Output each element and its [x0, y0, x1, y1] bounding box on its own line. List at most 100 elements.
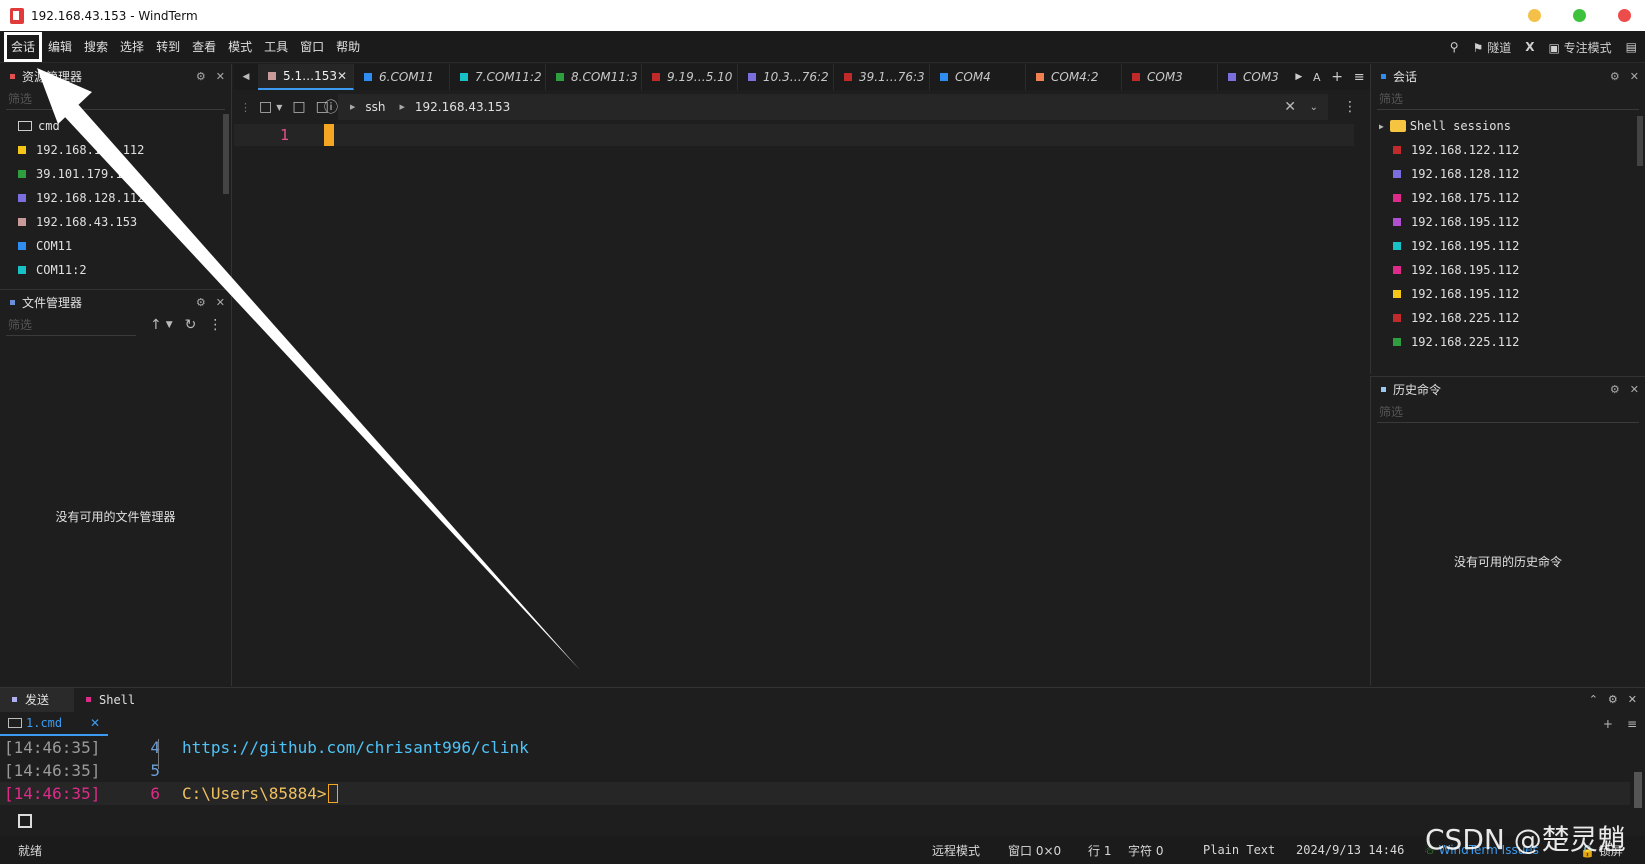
session-item[interactable]: 192.168.195.112 — [1371, 282, 1645, 306]
gear-icon[interactable]: ⚙ — [1610, 70, 1620, 83]
status-remote-mode[interactable]: 远程模式 — [932, 842, 980, 859]
gear-icon[interactable]: ⚙ — [196, 296, 206, 309]
close-icon[interactable]: ✕ — [337, 69, 347, 83]
list-item[interactable]: COM11 — [0, 234, 231, 258]
add-icon[interactable]: + — [1603, 717, 1613, 731]
close-button[interactable] — [1618, 9, 1631, 22]
drag-handle-icon[interactable]: ⋮ — [240, 101, 251, 114]
font-button[interactable]: A — [1313, 71, 1321, 84]
gear-icon[interactable]: ⚙ — [1610, 383, 1620, 396]
maximize-button[interactable] — [1573, 9, 1586, 22]
address-input[interactable]: ⓘ ▶ ssh ▶ 192.168.43.153 ✕ ⌄ — [324, 94, 1328, 120]
tab-0[interactable]: 5.1…153 ✕ — [258, 64, 354, 90]
tab-5[interactable]: 10.3…76:2 — [738, 64, 834, 90]
tab-1[interactable]: 6.COM11 — [354, 64, 450, 90]
session-item[interactable]: 192.168.122.112 — [1371, 138, 1645, 162]
menu-search[interactable]: 搜索 — [78, 31, 114, 63]
menu-select[interactable]: 选择 — [114, 31, 150, 63]
close-icon[interactable]: ✕ — [90, 716, 100, 730]
menu-tools[interactable]: 工具 — [258, 31, 294, 63]
menu-edit[interactable]: 编辑 — [42, 31, 78, 63]
list-item[interactable]: 39.101.179.1 — [0, 162, 231, 186]
scrollbar[interactable] — [223, 114, 229, 194]
tab-4[interactable]: 9.19…5.10 — [642, 64, 738, 90]
tab-send[interactable]: 发送 — [0, 687, 74, 712]
tab-9[interactable]: COM3 — [1122, 64, 1218, 90]
collapse-icon[interactable]: ⌃ — [1589, 693, 1598, 706]
tab-1-cmd-label: 1.cmd — [26, 716, 63, 730]
list-item[interactable]: 192.168.128.112 — [0, 138, 231, 162]
x-button[interactable]: X — [1525, 40, 1534, 54]
chevron-down-icon[interactable]: ⌄ — [1310, 102, 1318, 113]
tab-menu-button[interactable]: ≡ — [1354, 70, 1365, 85]
close-icon[interactable]: ✕ — [1628, 693, 1637, 706]
file-filter-input[interactable]: 筛选 — [6, 314, 136, 336]
new-session-icon[interactable]: □ — [259, 99, 272, 115]
list-item[interactable]: cmd — [0, 114, 231, 138]
refresh-icon[interactable]: ↻ — [185, 317, 197, 333]
tab-2[interactable]: 7.COM11:2 — [450, 64, 546, 90]
more-icon[interactable]: ⋮ — [208, 317, 222, 333]
menu-help[interactable]: 帮助 — [330, 31, 366, 63]
tab-1-cmd[interactable]: 1.cmd ✕ — [0, 712, 108, 736]
more-icon[interactable]: ⋮ — [1343, 99, 1357, 115]
session-item-label: 192.168.175.112 — [1411, 191, 1520, 205]
history-filter-input[interactable]: 筛选 — [1377, 401, 1639, 423]
resource-filter-input[interactable]: 筛选 — [6, 88, 225, 110]
close-icon[interactable]: ✕ — [1630, 70, 1639, 83]
info-icon[interactable]: ⓘ — [324, 97, 338, 117]
chevron-down-icon[interactable]: ▼ — [166, 320, 173, 330]
list-item[interactable]: COM11:2 — [0, 258, 231, 282]
shell-terminal[interactable]: [14:46:35] 4 https://github.com/chrisant… — [0, 736, 1642, 808]
focus-mode-button[interactable]: ▣ 专注模式 — [1548, 39, 1611, 56]
close-icon[interactable]: ✕ — [1630, 383, 1639, 396]
tab-8[interactable]: COM4:2 — [1026, 64, 1122, 90]
session-group[interactable]: ▶ Shell sessions — [1371, 114, 1645, 138]
tunnel-button[interactable]: ⚑ 隧道 — [1473, 39, 1512, 56]
tab-label: 5.1…153 — [283, 69, 337, 83]
session-item[interactable]: 192.168.225.112 — [1371, 330, 1645, 354]
add-tab-button[interactable]: + — [1331, 69, 1343, 85]
close-session-icon[interactable]: □ — [292, 99, 305, 115]
status-syntax[interactable]: Plain Text — [1203, 843, 1275, 857]
gear-icon[interactable]: ⚙ — [1608, 693, 1618, 706]
close-icon[interactable]: ✕ — [216, 70, 225, 83]
session-item[interactable]: 192.168.128.112 — [1371, 162, 1645, 186]
tab-scroll-right-icon[interactable]: ▶ — [1295, 72, 1302, 82]
menu-goto[interactable]: 转到 — [150, 31, 186, 63]
sessions-filter-input[interactable]: 筛选 — [1377, 88, 1639, 110]
terminal-editor[interactable]: 1 — [234, 124, 1369, 686]
session-item[interactable]: 192.168.195.112 — [1371, 210, 1645, 234]
tab-label: 6.COM11 — [379, 70, 434, 84]
list-item[interactable]: 192.168.128.112 — [0, 186, 231, 210]
up-arrow-icon[interactable]: ↑ — [150, 317, 162, 333]
panel-dot-icon — [12, 697, 17, 702]
search-icon[interactable]: ⚲ — [1450, 40, 1459, 54]
scrollbar[interactable] — [1634, 772, 1642, 808]
session-item[interactable]: 192.168.235.112 — [1371, 354, 1645, 360]
gear-icon[interactable]: ⚙ — [196, 70, 206, 83]
chevron-down-icon[interactable]: ▼ — [276, 103, 282, 112]
menu-session[interactable]: 会话 — [4, 31, 43, 62]
menu-mode[interactable]: 模式 — [222, 31, 258, 63]
menu-icon[interactable]: ≡ — [1627, 717, 1637, 731]
clear-icon[interactable]: ✕ — [1284, 99, 1296, 115]
terminal-icon[interactable] — [18, 814, 32, 828]
tab-7[interactable]: COM4 — [930, 64, 1026, 90]
session-item[interactable]: 192.168.195.112 — [1371, 234, 1645, 258]
scrollbar[interactable] — [1637, 116, 1643, 166]
menu-view[interactable]: 查看 — [186, 31, 222, 63]
list-item[interactable]: 192.168.43.153 — [0, 210, 231, 234]
current-line: 1 — [234, 124, 1354, 146]
tab-3[interactable]: 8.COM11:3 — [546, 64, 642, 90]
minimize-button[interactable] — [1528, 9, 1541, 22]
session-item[interactable]: 192.168.225.112 — [1371, 306, 1645, 330]
session-item[interactable]: 192.168.175.112 — [1371, 186, 1645, 210]
tab-shell[interactable]: Shell — [74, 688, 147, 712]
close-icon[interactable]: ✕ — [216, 296, 225, 309]
tab-scroll-left-icon[interactable]: ◀ — [234, 72, 258, 82]
tab-6[interactable]: 39.1…76:3 — [834, 64, 930, 90]
menu-window[interactable]: 窗口 — [294, 31, 330, 63]
layout-icon[interactable]: ▤ — [1626, 40, 1637, 54]
session-item[interactable]: 192.168.195.112 — [1371, 258, 1645, 282]
